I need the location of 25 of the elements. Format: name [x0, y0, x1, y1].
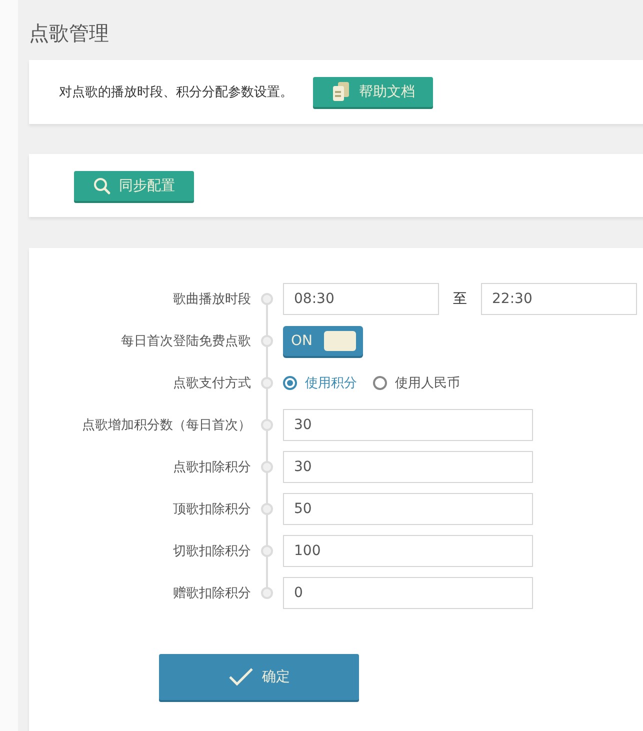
radio-label: 使用积分 [305, 375, 357, 392]
radio-label: 使用人民币 [395, 375, 460, 392]
check-icon [228, 667, 254, 687]
field-label: 每日首次登陆免费点歌 [120, 333, 251, 350]
range-separator: 至 [452, 290, 468, 308]
field-label: 顶歌扣除积分 [172, 501, 251, 518]
page-title: 点歌管理 [29, 20, 110, 46]
field-label: 点歌扣除积分 [172, 459, 251, 476]
field-label: 点歌增加积分数（每日首次） [81, 417, 251, 434]
input-field[interactable]: 50 [283, 493, 533, 525]
search-icon [93, 176, 111, 194]
radio-button[interactable] [283, 376, 297, 390]
time-input[interactable]: 22:30 [481, 283, 637, 315]
radio-button[interactable] [373, 376, 387, 390]
input-field[interactable]: 30 [283, 451, 533, 483]
time-input[interactable]: 08:30 [283, 283, 439, 315]
field-label: 赠歌扣除积分 [172, 585, 251, 602]
input-field[interactable]: 100 [283, 535, 533, 567]
field-label: 点歌支付方式 [172, 375, 251, 392]
document-icon [331, 81, 351, 103]
intro-text: 对点歌的播放时段、积分分配参数设置。 [59, 84, 293, 101]
field-label: 切歌扣除积分 [172, 543, 251, 560]
field-label: 歌曲播放时段 [172, 291, 251, 308]
input-field[interactable]: 0 [283, 577, 533, 609]
input-field[interactable]: 30 [283, 409, 533, 441]
